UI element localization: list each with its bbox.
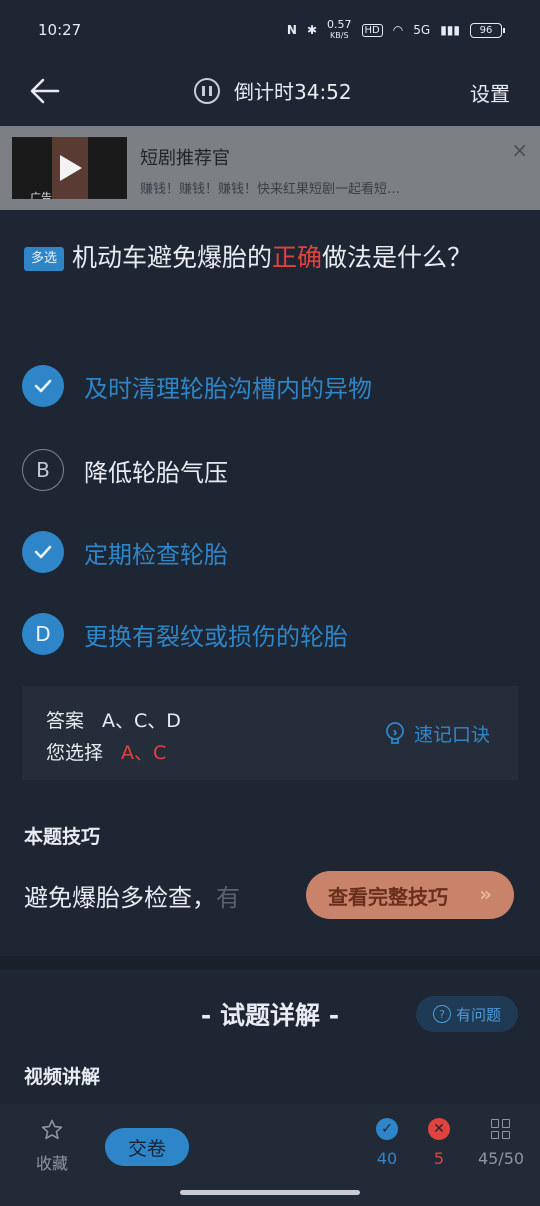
signal-icon: ▮▮▮ (440, 23, 460, 37)
option-b-letter: B (22, 449, 64, 491)
lightbulb-icon (386, 721, 404, 744)
check-icon (22, 365, 64, 407)
net-speed-value: 0.57 (327, 17, 352, 31)
question-part-1: 机动车避免爆胎的 (72, 243, 273, 272)
settings-button[interactable]: 设置 (470, 78, 510, 107)
check-icon: ✓ (376, 1118, 398, 1140)
question-type-badge: 多选 (24, 247, 65, 271)
hd-badge: HD (361, 23, 383, 37)
report-issue-button[interactable]: ? 有问题 (416, 996, 518, 1032)
option-c[interactable]: 定期检查轮胎 (22, 530, 522, 574)
back-arrow-icon[interactable] (28, 74, 62, 108)
grid-icon (491, 1119, 511, 1139)
view-full-skill-button[interactable]: 查看完整技巧 » (306, 871, 514, 919)
option-b[interactable]: B 降低轮胎气压 (22, 448, 522, 492)
view-full-skill-label: 查看完整技巧 (328, 884, 448, 909)
option-a-text: 及时清理轮胎沟槽内的异物 (84, 374, 372, 403)
wifi-icon: ◠ (392, 23, 404, 37)
section-divider (0, 956, 540, 970)
ad-banner[interactable]: 广告 短剧推荐官 赚钱！赚钱！赚钱！快来红果短剧一起看短… × (0, 126, 540, 210)
progress-value: 45/50 (477, 1149, 525, 1168)
answer-value: A、C、D (102, 710, 181, 732)
answer-box: 答案 A、C、D 您选择 A、C 速记口诀 (22, 686, 518, 780)
top-bar: 倒计时34:52 设置 (0, 60, 540, 122)
home-indicator[interactable] (180, 1190, 360, 1195)
question-text: 多选 机动车避免爆胎的正确做法是什么？ (24, 236, 524, 280)
pause-icon[interactable] (194, 77, 220, 104)
submit-exam-button[interactable]: 交卷 (105, 1128, 189, 1166)
report-issue-label: 有问题 (455, 1005, 501, 1024)
countdown-timer: 倒计时34:52 (194, 76, 352, 105)
skill-text-faded: 有 (216, 884, 240, 912)
ad-description: 赚钱！赚钱！赚钱！快来红果短剧一起看短… (140, 182, 401, 197)
question-part-2: 做法是什么？ (322, 243, 473, 272)
option-a[interactable]: 及时清理轮胎沟槽内的异物 (22, 364, 522, 408)
check-icon (22, 531, 64, 573)
ad-badge: 广告 (30, 191, 52, 199)
cross-icon: ✕ (428, 1118, 450, 1140)
ad-thumbnail[interactable]: 广告 (12, 137, 127, 199)
question-highlight: 正确 (272, 243, 323, 272)
option-b-text: 降低轮胎气压 (84, 458, 228, 487)
wrong-count-value: 5 (433, 1149, 445, 1168)
chevron-right-icon: » (479, 882, 492, 906)
user-answer: 您选择 A、C (46, 738, 166, 765)
mnemonic-label: 速记口诀 (413, 724, 490, 746)
skill-title: 本题技巧 (24, 826, 101, 848)
option-d-letter: D (22, 613, 64, 655)
skill-text-visible: 避免爆胎多检查， (24, 884, 216, 912)
video-explanation-title: 视频讲解 (24, 1066, 101, 1088)
status-time: 10:27 (38, 21, 82, 39)
skill-text: 避免爆胎多检查，有 (24, 878, 240, 913)
battery-level: 96 (479, 24, 493, 36)
status-icons: N ✱ 0.57 KB/S HD ◠ 5G ▮▮▮ 96 (286, 17, 505, 41)
question-progress[interactable]: 45/50 (476, 1118, 526, 1168)
answer-label: 答案 (46, 710, 85, 732)
net-speed-unit: KB/S (330, 30, 349, 40)
timer-text: 倒计时34:52 (234, 80, 352, 104)
star-icon (41, 1119, 63, 1140)
option-c-text: 定期检查轮胎 (84, 540, 228, 569)
battery-icon: 96 (470, 22, 505, 38)
favorite-label: 收藏 (35, 1154, 68, 1173)
option-d[interactable]: D 更换有裂纹或损伤的轮胎 (22, 612, 522, 656)
correct-count-value: 40 (376, 1149, 398, 1168)
nfc-icon: N (286, 23, 297, 37)
choice-value: A、C (121, 742, 167, 764)
bluetooth-icon: ✱ (306, 23, 318, 37)
wrong-count[interactable]: ✕ 5 (414, 1118, 464, 1168)
favorite-button[interactable]: 收藏 (32, 1118, 72, 1174)
correct-count[interactable]: ✓ 40 (362, 1118, 412, 1168)
mnemonic-button[interactable]: 速记口诀 (384, 720, 490, 747)
play-icon (60, 155, 82, 181)
choice-label: 您选择 (46, 742, 104, 764)
correct-answer: 答案 A、C、D (46, 706, 181, 733)
status-bar: 10:27 N ✱ 0.57 KB/S HD ◠ 5G ▮▮▮ 96 (0, 0, 540, 60)
question-mark-icon: ? (432, 1005, 451, 1023)
network-label: 5G (413, 23, 431, 37)
option-d-text: 更换有裂纹或损伤的轮胎 (84, 622, 348, 651)
close-icon[interactable]: × (511, 138, 528, 162)
net-speed: 0.57 KB/S (327, 17, 352, 41)
ad-title: 短剧推荐官 (140, 148, 230, 169)
